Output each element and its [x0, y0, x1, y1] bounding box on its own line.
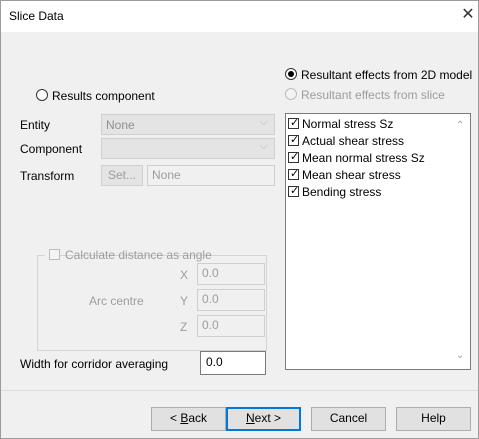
component-select: ⌵ — [101, 138, 275, 159]
resultant-slice-radio: Resultant effects from slice — [285, 87, 477, 103]
entity-label: Entity — [20, 118, 51, 132]
checkbox-icon[interactable]: ✓ — [288, 134, 300, 146]
entity-select: None ⌵ — [101, 114, 275, 135]
check-icon: ✓ — [290, 151, 300, 163]
transform-value-field: None — [147, 165, 275, 186]
z-field: 0.0 — [197, 315, 265, 337]
help-button[interactable]: Help — [396, 407, 471, 431]
back-button-prefix: < — [169, 411, 181, 425]
arc-centre-label: Arc centre — [89, 294, 144, 308]
corridor-width-input[interactable]: 0.0 — [200, 351, 266, 375]
dialog-title: Slice Data — [9, 9, 64, 23]
next-button[interactable]: Next > — [226, 407, 301, 431]
x-label: X — [180, 268, 189, 282]
checkbox-icon[interactable]: ✓ — [288, 168, 300, 180]
component-label: Component — [20, 142, 83, 156]
resultant-2d-radio[interactable]: Resultant effects from 2D model — [285, 67, 477, 83]
back-button[interactable]: < Back — [151, 407, 226, 431]
checkbox-icon — [49, 249, 60, 260]
entity-value: None — [106, 118, 135, 132]
effects-listbox[interactable]: ✓ Normal stress Sz ✓ Actual shear stress… — [285, 113, 471, 370]
resultant-slice-label: Resultant effects from slice — [301, 88, 445, 102]
divider — [1, 390, 478, 391]
list-item-label: Mean normal stress Sz — [302, 151, 425, 165]
radio-button-icon — [285, 88, 297, 100]
results-component-label: Results component — [52, 89, 155, 103]
list-item-label: Mean shear stress — [302, 168, 401, 182]
scroll-down-icon[interactable]: ⌄ — [456, 350, 464, 361]
title-bar: Slice Data ✕ — [1, 1, 478, 32]
scroll-up-icon[interactable]: ⌃ — [456, 120, 464, 131]
check-icon: ✓ — [290, 117, 300, 129]
list-item-label: Bending stress — [302, 185, 382, 199]
list-item-label: Actual shear stress — [302, 134, 405, 148]
calculate-distance-checkbox: Calculate distance as angle — [45, 247, 212, 263]
calculate-distance-label: Calculate distance as angle — [65, 248, 212, 262]
checkbox-icon[interactable]: ✓ — [288, 185, 300, 197]
resultant-2d-label: Resultant effects from 2D model — [301, 68, 473, 82]
radio-button-icon — [36, 89, 48, 101]
check-icon: ✓ — [290, 168, 300, 180]
corridor-width-label: Width for corridor averaging — [20, 357, 169, 371]
check-icon: ✓ — [290, 134, 300, 146]
list-item-label: Normal stress Sz — [302, 117, 394, 131]
transform-set-button: Set... — [101, 165, 143, 186]
results-component-radio[interactable]: Results component — [36, 88, 166, 104]
transform-label: Transform — [20, 169, 75, 183]
x-field: 0.0 — [197, 263, 265, 285]
chevron-down-icon: ⌵ — [259, 140, 268, 152]
chevron-down-icon: ⌵ — [259, 116, 268, 128]
z-label: Z — [180, 320, 188, 334]
checkbox-icon[interactable]: ✓ — [288, 151, 300, 163]
radio-button-icon — [285, 68, 297, 80]
back-button-rest: ack — [188, 411, 208, 425]
next-button-mnemonic: N — [245, 411, 255, 425]
radio-selected-dot — [288, 71, 294, 77]
check-icon: ✓ — [290, 185, 300, 197]
checkbox-icon[interactable]: ✓ — [288, 117, 300, 129]
y-label: Y — [180, 294, 189, 308]
y-field: 0.0 — [197, 289, 265, 311]
next-button-rest: ext > — [254, 411, 282, 425]
slice-data-dialog: Slice Data ✕ Results component Resultant… — [0, 0, 479, 439]
close-icon[interactable]: ✕ — [459, 6, 477, 24]
cancel-button[interactable]: Cancel — [311, 407, 386, 431]
